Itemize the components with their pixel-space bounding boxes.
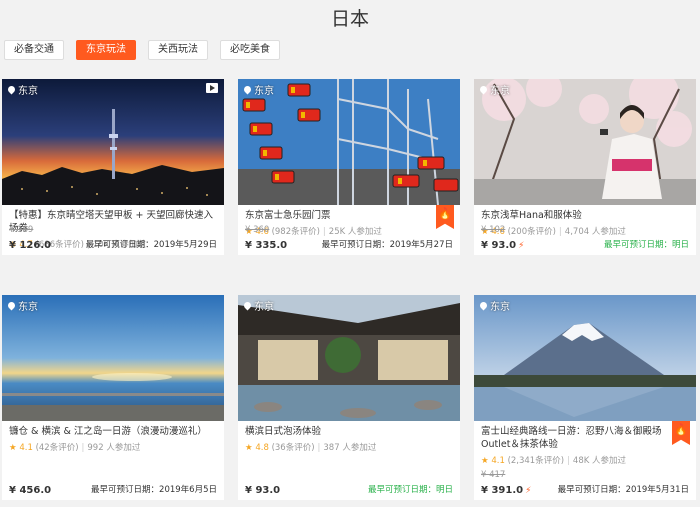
- product-title[interactable]: 富士山经典路线一日游：忍野八海＆御殿场Outlet＆抹茶体验: [481, 425, 689, 451]
- earliest-date: 最早可预订日期：2019年5月31日: [557, 485, 689, 495]
- earliest-date: 最早可预订日期：明日: [367, 485, 453, 495]
- star-icon: ★: [9, 443, 17, 453]
- price: ¥ 456.0: [9, 485, 52, 496]
- tab-tokyo-fun[interactable]: 东京玩法: [76, 40, 136, 60]
- product-card-fujiq[interactable]: 东京 🔥 东京富士急乐园门票 ★ 4.6 (982条评价) | 25K 人参加过 ¥…: [238, 79, 460, 255]
- location-label: 东京: [242, 298, 274, 313]
- original-price: ¥ 189: [9, 225, 34, 235]
- product-image: 东京: [238, 295, 460, 421]
- original-price: ¥ 417: [481, 470, 506, 480]
- price: ¥ 93.0: [245, 485, 281, 496]
- product-grid: 东京 【特惠】东京晴空塔天望甲板 + 天望回廊快速入场券 ★ 4.7 (686条…: [2, 79, 696, 500]
- category-tabs: 必备交通 东京玩法 关西玩法 必吃美食: [4, 40, 280, 60]
- product-image: 东京: [474, 79, 696, 205]
- location-label: 东京: [6, 82, 38, 97]
- map-pin-icon: [478, 84, 489, 95]
- price: ¥ 391.0 ⚡: [481, 485, 532, 496]
- location-label: 东京: [242, 82, 274, 97]
- rating-line: ★ 4.8 (36条评价) | 387 人参加过: [245, 443, 377, 453]
- map-pin-icon: [6, 84, 17, 95]
- lightning-icon: ⚡: [525, 486, 532, 496]
- original-price: ¥ 360: [245, 225, 270, 235]
- tab-kansai-fun[interactable]: 关西玩法: [148, 40, 208, 60]
- lightning-icon: ⚡: [518, 241, 525, 251]
- product-card-skytree[interactable]: 东京 【特惠】东京晴空塔天望甲板 + 天望回廊快速入场券 ★ 4.7 (686条…: [2, 79, 224, 255]
- earliest-date: 最早可预订日期：明日: [603, 240, 689, 250]
- product-image: 东京: [474, 295, 696, 421]
- product-image: 东京: [2, 295, 224, 421]
- product-image: 东京: [2, 79, 224, 205]
- video-play-icon[interactable]: [206, 83, 218, 93]
- tab-transport[interactable]: 必备交通: [4, 40, 64, 60]
- location-label: 东京: [478, 298, 510, 313]
- map-pin-icon: [242, 84, 253, 95]
- product-title[interactable]: 横滨日式泡汤体验: [245, 425, 453, 438]
- product-title[interactable]: 镰仓 & 横滨 & 江之岛一日游（浪漫动漫巡礼）: [9, 425, 217, 438]
- star-icon: ★: [481, 456, 489, 466]
- product-card-kamakura[interactable]: 东京 镰仓 & 横滨 & 江之岛一日游（浪漫动漫巡礼） ★ 4.1 (42条评价…: [2, 295, 224, 500]
- price: ¥ 335.0: [245, 240, 288, 251]
- location-label: 东京: [478, 82, 510, 97]
- price: ¥ 126.0: [9, 240, 52, 251]
- map-pin-icon: [6, 300, 17, 311]
- rating-line: ★ 4.1 (2,341条评价) | 48K 人参加过: [481, 456, 626, 466]
- page-title: 日本: [330, 8, 369, 30]
- earliest-date: 最早可预订日期：2019年5月27日: [321, 240, 453, 250]
- earliest-date: 最早可预订日期：2019年6月5日: [91, 485, 217, 495]
- tab-food[interactable]: 必吃美食: [220, 40, 280, 60]
- product-title[interactable]: 东京富士急乐园门票: [245, 209, 453, 222]
- product-title[interactable]: 东京浅草Hana和服体验: [481, 209, 689, 222]
- product-card-onsen[interactable]: 东京 横滨日式泡汤体验 ★ 4.8 (36条评价) | 387 人参加过 ¥ 93.…: [238, 295, 460, 500]
- rating-line: ★ 4.1 (42条评价) | 992 人参加过: [9, 443, 141, 453]
- map-pin-icon: [478, 300, 489, 311]
- original-price: ¥ 102: [481, 225, 506, 235]
- star-icon: ★: [245, 443, 253, 453]
- product-card-kimono[interactable]: 东京 东京浅草Hana和服体验 ★ 4.6 (200条评价) | 4,704 人参加…: [474, 79, 696, 255]
- price: ¥ 93.0 ⚡: [481, 240, 525, 251]
- product-card-mt-fuji[interactable]: 东京 🔥 富士山经典路线一日游：忍野八海＆御殿场Outlet＆抹茶体验 ★ 4.…: [474, 295, 696, 500]
- map-pin-icon: [242, 300, 253, 311]
- location-label: 东京: [6, 298, 38, 313]
- earliest-date: 最早可预订日期：2019年5月29日: [85, 240, 217, 250]
- product-image: 东京: [238, 79, 460, 205]
